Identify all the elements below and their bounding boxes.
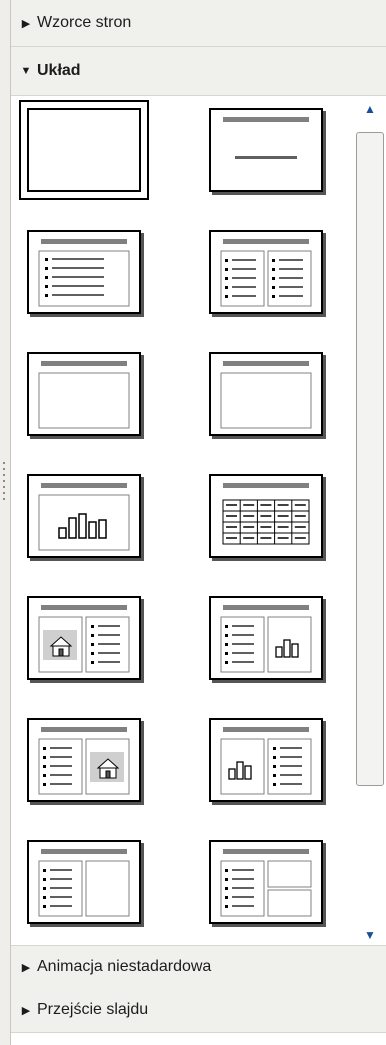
resize-grip-dot: [3, 474, 5, 476]
layout-thumbnail-title-bullets-content[interactable]: [27, 840, 141, 924]
collapse-arrow-icon: ▼: [20, 65, 32, 77]
resize-grip-dot: [3, 462, 5, 464]
layout-preview-icon: [38, 239, 130, 307]
layout-thumbnail-title-only-centered[interactable]: [209, 108, 323, 192]
layout-preview-icon: [220, 727, 312, 795]
section-custom-animation[interactable]: ▶ Animacja niestadardowa: [11, 945, 386, 989]
layout-thumbnail-title-bullets-chart[interactable]: [209, 596, 323, 680]
layout-preview-icon: [220, 605, 312, 673]
layout-thumbnail-title-bullets-image[interactable]: [27, 718, 141, 802]
layout-preview-icon: [38, 361, 130, 429]
layout-thumbnail-title-chart-bullets[interactable]: [209, 718, 323, 802]
section-layout[interactable]: ▼ Układ: [11, 47, 386, 96]
task-pane: ▶ Wzorce stron ▼ Układ ▲ ▼ ▶ Animacja ni…: [11, 0, 386, 1045]
layout-preview-icon: [222, 483, 310, 545]
scroll-up-icon[interactable]: ▲: [355, 102, 385, 122]
layout-thumbnail-blank[interactable]: [19, 100, 149, 200]
layout-preview-icon: [38, 605, 130, 673]
layout-thumbnail-title-image-bullets[interactable]: [27, 596, 141, 680]
section-slide-transition[interactable]: ▶ Przejście slajdu: [11, 988, 386, 1033]
vertical-scrollbar[interactable]: ▲ ▼: [355, 98, 385, 943]
resize-grip-dot: [3, 480, 5, 482]
layout-thumbnail-title-content-box[interactable]: [209, 352, 323, 436]
layout-thumbnail-title-content[interactable]: [27, 352, 141, 436]
section-label: Układ: [37, 62, 81, 79]
section-label: Wzorce stron: [37, 14, 132, 31]
layout-preview-icon: [38, 727, 130, 795]
resize-grip-dot: [3, 498, 5, 500]
layout-thumbnail-title-two-column-bullets[interactable]: [209, 230, 323, 314]
resize-grip-dot: [3, 468, 5, 470]
expand-arrow-icon: ▶: [21, 961, 31, 974]
layout-preview-icon: [220, 849, 312, 917]
layout-thumbnail-title-bullets-two-boxes[interactable]: [209, 840, 323, 924]
layout-preview-icon: [29, 110, 139, 190]
layout-preview-icon: [38, 849, 130, 917]
layout-thumbnail-title-chart[interactable]: [27, 474, 141, 558]
resize-grip-dot: [3, 492, 5, 494]
section-label: Przejście slajdu: [37, 1001, 149, 1018]
panel-edge[interactable]: [0, 0, 11, 1045]
layout-thumbnail-title-bullets[interactable]: [27, 230, 141, 314]
expand-arrow-icon: ▶: [21, 17, 31, 30]
section-page-templates[interactable]: ▶ Wzorce stron: [11, 0, 386, 47]
scroll-thumb[interactable]: [356, 132, 384, 786]
layout-thumbnail-title-table[interactable]: [209, 474, 323, 558]
layout-preview-icon: [220, 239, 312, 307]
section-label: Animacja niestadardowa: [37, 958, 212, 975]
layout-preview-icon: [38, 483, 130, 551]
layout-preview-icon: [220, 361, 312, 429]
expand-arrow-icon: ▶: [21, 1004, 31, 1017]
layout-preview-icon: [223, 117, 309, 159]
resize-grip-dot: [3, 486, 5, 488]
